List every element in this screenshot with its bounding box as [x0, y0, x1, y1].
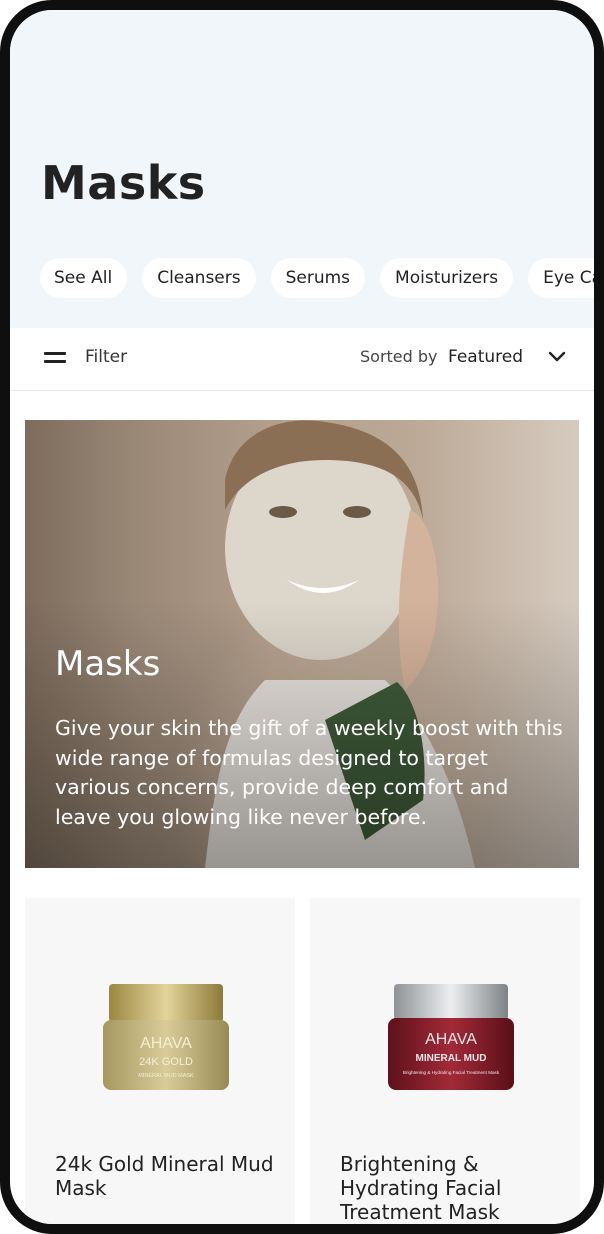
jar-label-line2: MINERAL MUD MASK [138, 1073, 194, 1079]
jar-label-line2: Brightening & Hydrating Facial Treatment… [403, 1070, 500, 1075]
sort-prefix-label: Sorted by [360, 347, 438, 366]
product-name[interactable]: 24k Gold Mineral Mud Mask [55, 1152, 285, 1200]
product-card[interactable]: AHAVA MINERAL MUD Brightening & Hydratin… [310, 898, 580, 1224]
chevron-down-icon[interactable] [548, 350, 566, 364]
phone-frame: Masks See All Cleansers Serums Moisturizers… [0, 0, 604, 1234]
jar-label-line1: MINERAL MUD [416, 1053, 487, 1064]
product-card[interactable]: AHAVA 24K GOLD MINERAL MUD MASK 24k Gold… [25, 898, 295, 1224]
product-name[interactable]: Brightening & Hydrating Facial Treatment… [340, 1152, 570, 1224]
product-image-red-jar: AHAVA MINERAL MUD Brightening & Hydratin… [388, 984, 514, 1090]
product-image-gold-jar: AHAVA 24K GOLD MINERAL MUD MASK [103, 984, 229, 1090]
chip-see-all[interactable]: See All [40, 258, 128, 298]
hero-title: Masks [55, 644, 161, 684]
chip-serums[interactable]: Serums [270, 258, 366, 298]
jar-brand-label: AHAVA [140, 1035, 192, 1052]
filter-button[interactable]: Filter [85, 347, 127, 367]
chip-moisturizers[interactable]: Moisturizers [380, 258, 514, 298]
filter-lines-icon[interactable] [44, 352, 66, 366]
page-title: Masks [41, 156, 206, 210]
page-header: Masks See All Cleansers Serums Moisturizers… [10, 10, 594, 328]
chip-cleansers[interactable]: Cleansers [142, 258, 256, 298]
filter-sort-bar: Filter Sorted by Featured [10, 328, 594, 391]
hero-banner: Masks Give your skin the gift of a weekl… [25, 420, 579, 868]
jar-brand-label: AHAVA [425, 1031, 477, 1048]
category-chips: See All Cleansers Serums Moisturizers Eye Ca… [40, 258, 594, 298]
sort-dropdown[interactable]: Featured [448, 347, 523, 367]
hero-description: Give your skin the gift of a weekly boos… [55, 716, 563, 829]
chip-eye-care[interactable]: Eye Care [528, 258, 594, 298]
jar-label-line1: 24K GOLD [139, 1056, 193, 1068]
